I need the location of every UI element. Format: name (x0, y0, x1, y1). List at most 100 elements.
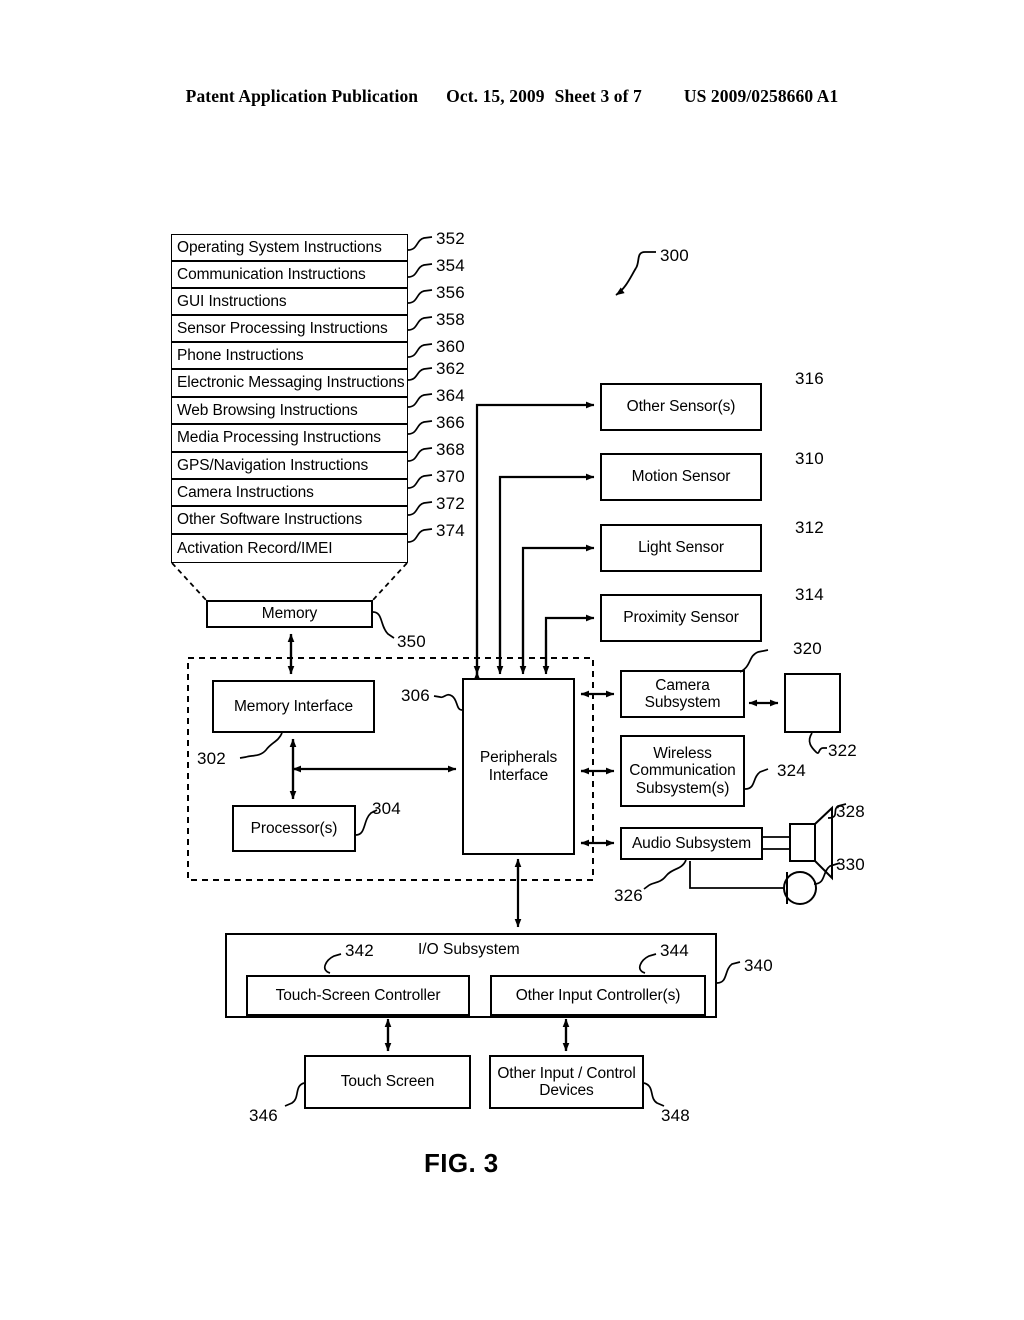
ref-350-memory: 350 (397, 632, 426, 651)
memory-label: Memory (261, 605, 318, 623)
instruction-label: Other Software Instructions (177, 511, 363, 529)
light-sensor-box: Light Sensor (600, 524, 762, 572)
other-sensors-box: Other Sensor(s) (600, 383, 762, 431)
other-input-controllers-box: Other Input Controller(s) (490, 975, 706, 1016)
ref-326-audio-subsystem: 326 (614, 886, 643, 905)
instruction-row-gui: GUI Instructions (171, 288, 408, 315)
instruction-label: Camera Instructions (177, 483, 314, 501)
instruction-label: Web Browsing Instructions (177, 401, 358, 419)
ref-354: 354 (436, 256, 465, 275)
ref-366: 366 (436, 413, 465, 432)
memory-funnel (171, 562, 408, 601)
touch-screen-controller-label: Touch-Screen Controller (275, 986, 441, 1004)
ref-326-leader (643, 859, 687, 890)
figure-connectors (171, 236, 847, 1107)
ref-330-microphone: 330 (836, 855, 865, 874)
instruction-row-phone: Phone Instructions (171, 342, 408, 369)
camera-subsystem-label-line2: Subsystem (644, 694, 721, 711)
wireless-label-line3: Subsystem(s) (635, 779, 730, 797)
instruction-row-gps-navigation: GPS/Navigation Instructions (171, 452, 408, 479)
memory-interface-box: Memory Interface (212, 680, 375, 733)
instruction-label: Activation Record/IMEI (177, 539, 333, 557)
ref-346-touch-screen: 346 (249, 1106, 278, 1125)
wireless-label-line1: Wireless (653, 744, 712, 762)
ref-312-light-sensor: 312 (795, 518, 824, 537)
instruction-leader-lines (407, 236, 433, 543)
touch-screen-controller-box: Touch-Screen Controller (246, 975, 470, 1016)
ref-300-system: 300 (660, 246, 689, 265)
motion-sensor-label: Motion Sensor (631, 468, 731, 486)
ref-302-leader (239, 732, 283, 759)
ref-328-speaker: 328 (836, 802, 865, 821)
instruction-label: Sensor Processing Instructions (177, 319, 388, 337)
camera-subsystem-label-line1: Camera (655, 676, 710, 694)
touch-screen-label: Touch Screen (340, 1073, 435, 1091)
ref-344-other-input-controllers: 344 (660, 941, 689, 960)
instruction-label: Media Processing Instructions (177, 429, 381, 447)
io-subsystem-title: I/O Subsystem (418, 941, 520, 958)
instruction-label: Electronic Messaging Instructions (177, 374, 405, 392)
ref-320-leader (739, 649, 769, 673)
speaker-icon-cone (814, 805, 833, 881)
instruction-row-web-browsing: Web Browsing Instructions (171, 397, 408, 424)
other-sensors-label: Other Sensor(s) (626, 398, 736, 416)
wireless-label-line2: Communication (629, 762, 736, 780)
ref-352: 352 (436, 229, 465, 248)
proximity-sensor-label: Proximity Sensor (623, 609, 739, 627)
instruction-label: GPS/Navigation Instructions (177, 456, 369, 474)
line-peripherals-to-motion-sensor (498, 473, 595, 672)
ref-358: 358 (436, 310, 465, 329)
microphone-icon-body (783, 871, 817, 905)
ref-350-leader (372, 611, 395, 639)
instruction-row-operating-system: Operating System Instructions (171, 234, 408, 261)
peripherals-interface-label-line2: Interface (488, 766, 549, 784)
instruction-row-communication: Communication Instructions (171, 261, 408, 288)
ref-348-leader (643, 1082, 665, 1107)
audio-subsystem-label: Audio Subsystem (631, 834, 752, 852)
ref-300-leader (615, 251, 656, 296)
light-sensor-label: Light Sensor (638, 539, 724, 557)
audio-subsystem-box: Audio Subsystem (620, 827, 763, 860)
ref-322-optical-sensor: 322 (828, 741, 857, 760)
ref-348-other-input-devices: 348 (661, 1106, 690, 1125)
figure-3-diagram: Operating System Instructions Communicat… (0, 0, 1024, 1320)
other-input-devices-label-line2: Devices (539, 1082, 594, 1099)
instruction-label: Phone Instructions (177, 346, 304, 364)
ref-324-leader (744, 768, 769, 790)
ref-310-motion-sensor: 310 (795, 449, 824, 468)
ref-374: 374 (436, 521, 465, 540)
ref-360: 360 (436, 337, 465, 356)
ref-324-wireless-subsystem: 324 (777, 761, 806, 780)
instruction-row-sensor-processing: Sensor Processing Instructions (171, 315, 408, 342)
ref-306-leader (433, 693, 463, 711)
ref-314-proximity-sensor: 314 (795, 585, 824, 604)
ref-302-memory-interface: 302 (197, 749, 226, 768)
motion-sensor-box: Motion Sensor (600, 453, 762, 501)
camera-subsystem-box: Camera Subsystem (620, 670, 745, 718)
ref-368: 368 (436, 440, 465, 459)
line-peripherals-to-light-sensor (521, 544, 595, 672)
speaker-icon-body (789, 823, 816, 862)
audio-microphone-lead (689, 861, 787, 889)
line-peripherals-to-other-sensors (475, 401, 595, 672)
memory-interface-label: Memory Interface (234, 697, 353, 715)
ref-322-leader (808, 732, 827, 754)
instruction-row-camera: Camera Instructions (171, 479, 408, 506)
ref-320-camera-subsystem: 320 (793, 639, 822, 658)
figure-caption: FIG. 3 (424, 1148, 499, 1178)
other-input-control-devices-box: Other Input / Control Devices (489, 1055, 644, 1109)
ref-370: 370 (436, 467, 465, 486)
ref-346-leader (284, 1082, 305, 1107)
ref-340-leader (716, 961, 741, 984)
other-input-controllers-label: Other Input Controller(s) (515, 986, 681, 1004)
ref-372: 372 (436, 494, 465, 513)
proximity-sensor-box: Proximity Sensor (600, 594, 762, 642)
instruction-row-electronic-messaging: Electronic Messaging Instructions (171, 369, 408, 397)
peripherals-interface-box: Peripherals Interface (462, 678, 575, 855)
ref-304-processors: 304 (372, 799, 401, 818)
instruction-label: Operating System Instructions (177, 238, 382, 256)
ref-364: 364 (436, 386, 465, 405)
instruction-row-other-software: Other Software Instructions (171, 506, 408, 534)
ref-356: 356 (436, 283, 465, 302)
processors-box: Processor(s) (232, 805, 356, 852)
